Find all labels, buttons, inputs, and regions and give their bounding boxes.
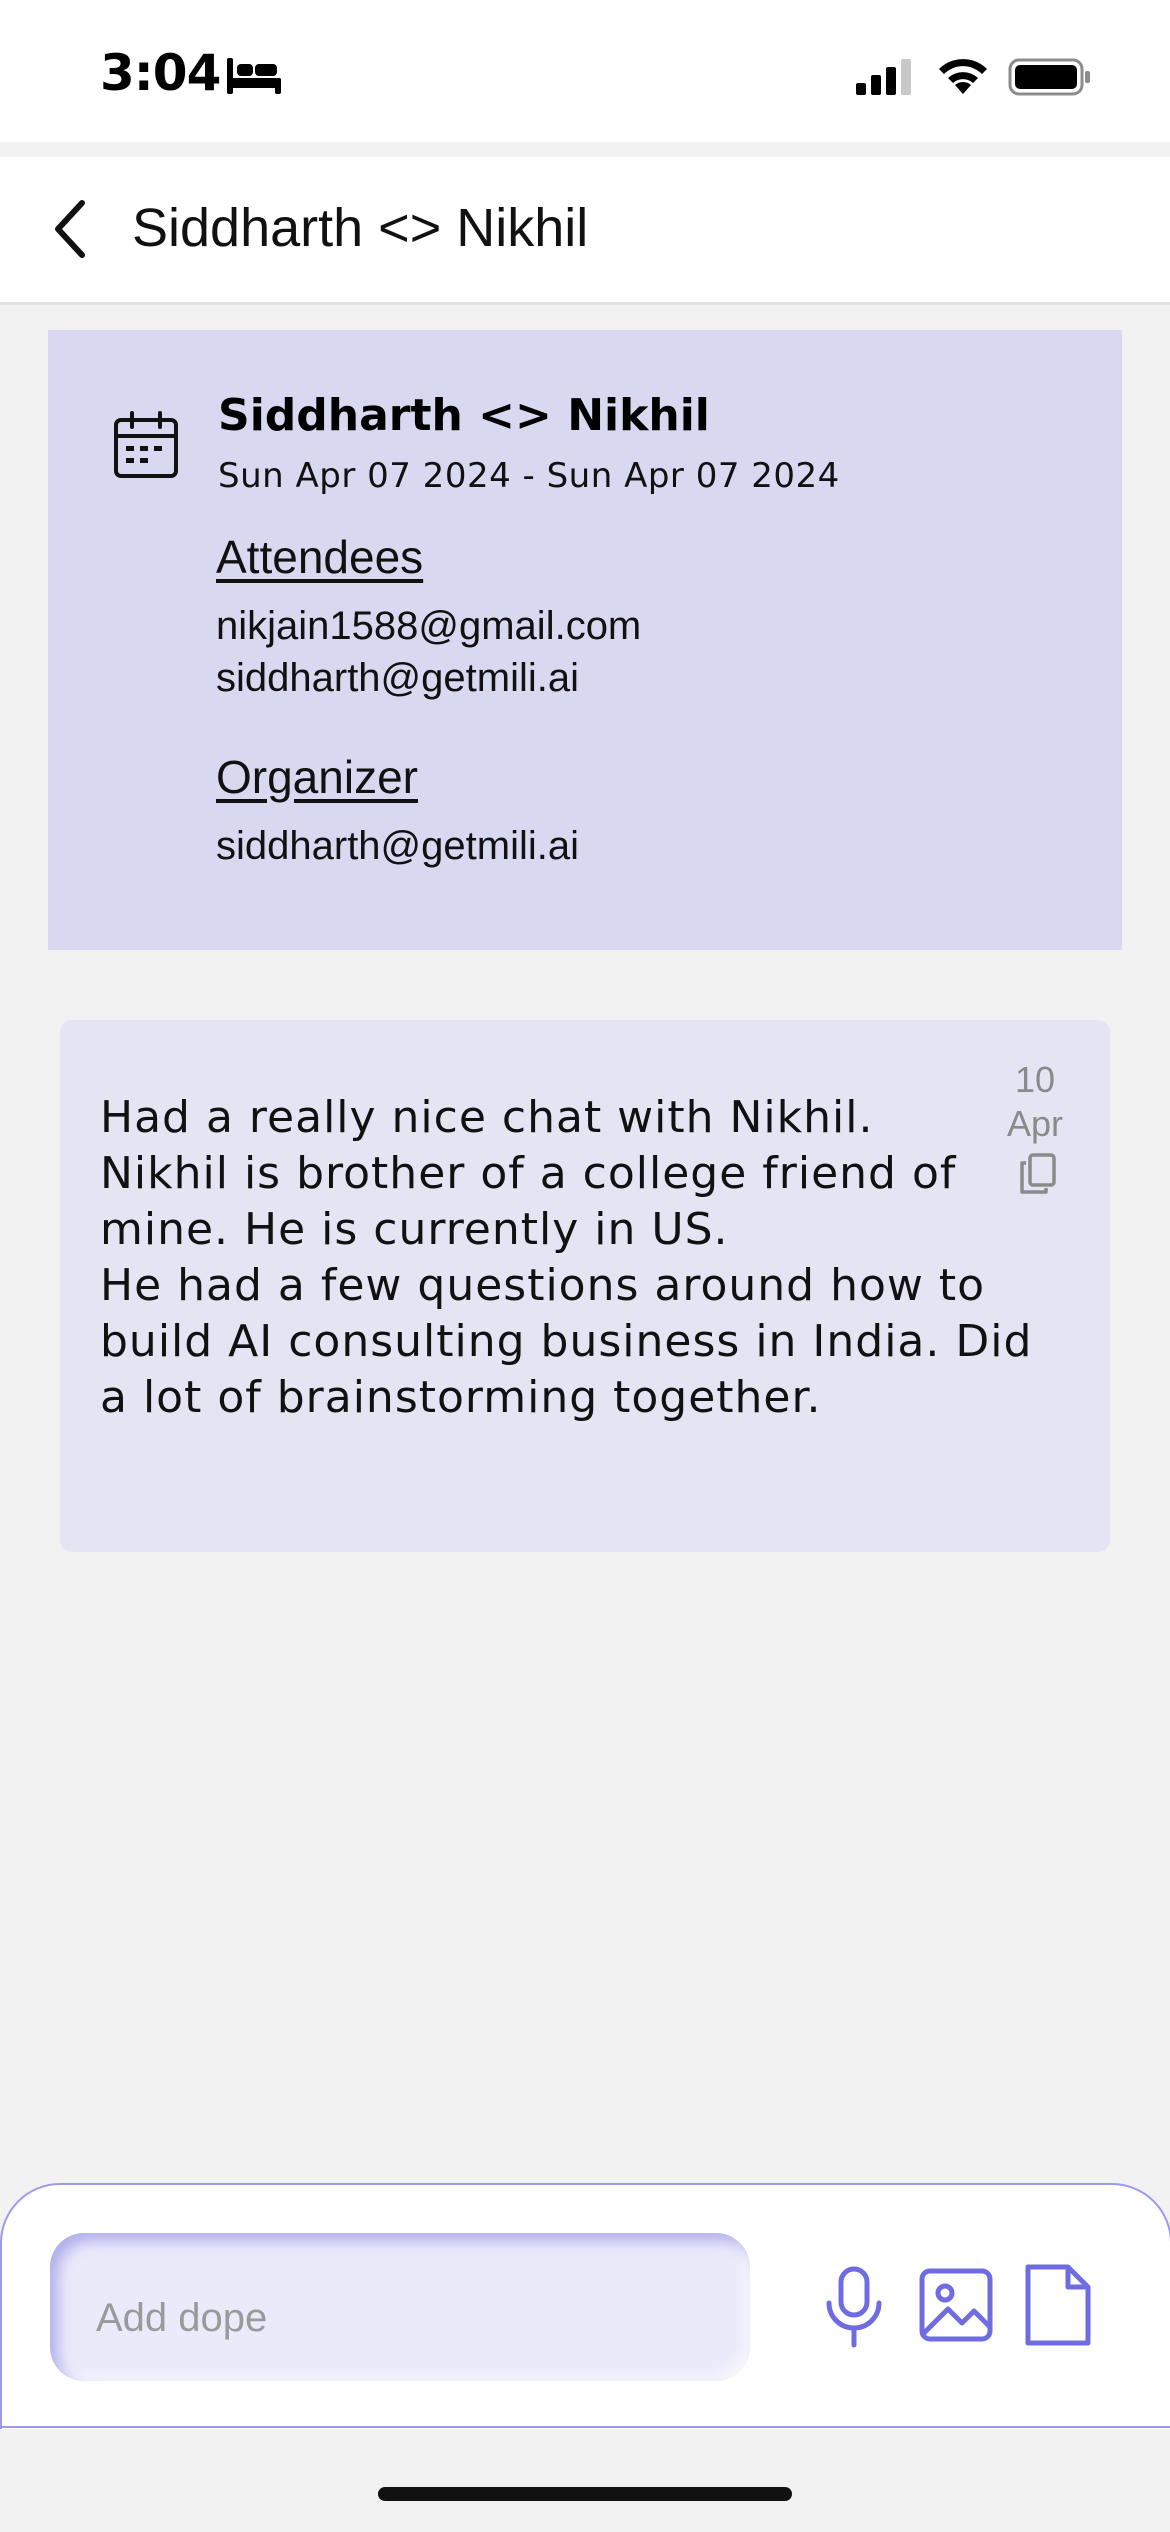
- note-date-day: 10: [1014, 1059, 1056, 1100]
- note-card[interactable]: Had a really nice chat with Nikhil. Nikh…: [60, 1020, 1110, 1552]
- event-dates: Sun Apr 07 2024 - Sun Apr 07 2024: [218, 456, 840, 496]
- composer-bar: [0, 2183, 1170, 2429]
- attendee-email: nikjain1588@gmail.com: [216, 604, 642, 648]
- header-bar: Siddharth <> Nikhil: [0, 157, 1170, 305]
- status-time: 3:04: [100, 44, 221, 102]
- note-text: Had a really nice chat with Nikhil. Nikh…: [100, 1092, 1033, 1423]
- chevron-left-icon: [55, 200, 85, 258]
- home-indicator[interactable]: [378, 2487, 792, 2501]
- event-title: Siddharth <> Nikhil: [218, 390, 710, 441]
- event-card[interactable]: Siddharth <> Nikhil Sun Apr 07 2024 - Su…: [48, 330, 1122, 950]
- wifi-icon: [939, 59, 987, 94]
- note-date: 10 Apr: [1000, 1058, 1070, 1146]
- composer-divider: [0, 2426, 1170, 2428]
- microphone-icon[interactable]: [817, 2265, 891, 2349]
- page-title: Siddharth <> Nikhil: [132, 198, 589, 258]
- status-bar: 3:04: [0, 0, 1170, 142]
- copy-icon[interactable]: [1018, 1152, 1058, 1196]
- bed-icon: [227, 58, 281, 94]
- file-icon[interactable]: [1024, 2263, 1092, 2347]
- battery-icon: [1008, 58, 1090, 96]
- calendar-icon: [114, 411, 178, 478]
- organizer-email: siddharth@getmili.ai: [216, 824, 579, 868]
- cellular-signal-icon: [856, 59, 911, 95]
- organizer-label: Organizer: [216, 751, 418, 803]
- attendees-label: Attendees: [216, 531, 424, 583]
- note-input[interactable]: [50, 2233, 750, 2381]
- attendee-email: siddharth@getmili.ai: [216, 656, 579, 700]
- image-icon[interactable]: [918, 2267, 994, 2343]
- note-date-month: Apr: [1006, 1103, 1064, 1144]
- back-button[interactable]: [30, 179, 110, 279]
